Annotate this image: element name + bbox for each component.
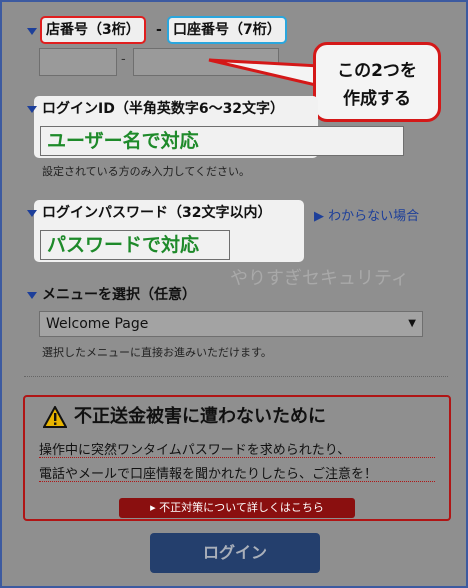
label-separator: - (156, 22, 162, 38)
input-separator: - (121, 52, 126, 67)
password-annotation: パスワードで対応 (47, 234, 200, 256)
warning-icon (43, 406, 67, 428)
fraud-info-link[interactable]: ▸ 不正対策について詳しくはこちら (119, 498, 355, 518)
chevron-right-icon: ▶ (314, 209, 324, 224)
menu-label: メニューを選択（任意） (42, 287, 196, 303)
dropdown-arrow-icon: ▼ (408, 318, 416, 329)
warning-line-2: 電話やメールで口座情報を聞かれたりしたら、ご注意を！ (39, 467, 378, 482)
password-help-link[interactable]: ▶ わからない場合 (314, 205, 419, 224)
fraud-info-link-label: 不正対策について詳しくはこちら (159, 501, 324, 514)
section-marker-icon (27, 210, 37, 217)
section-marker-icon (27, 28, 37, 35)
warning-rule (39, 481, 435, 482)
login-form-screen: 店番号（3桁） - 口座番号（7桁） - この2つを 作成する ログインID（半… (0, 0, 468, 588)
login-id-label: ログインID（半角英数字6～32文字） (42, 101, 285, 117)
warning-title: 不正送金被害に遭わないために (74, 406, 326, 427)
login-id-input[interactable]: ユーザー名で対応 (40, 126, 404, 156)
section-divider (24, 376, 448, 377)
callout-pointer (208, 58, 322, 88)
password-label: ログインパスワード（32文字以内） (42, 205, 272, 221)
warning-line-1: 操作中に突然ワンタイムパスワードを求められたり、 (39, 443, 351, 458)
store-number-label: 店番号（3桁） (40, 16, 146, 44)
watermark-text: やりすぎセキュリティ (230, 268, 409, 289)
login-button[interactable]: ログイン (150, 533, 320, 573)
section-marker-icon (27, 292, 37, 299)
password-help-link-label: わからない場合 (328, 209, 420, 224)
callout-line-2: 作成する (343, 89, 411, 109)
menu-selected-value: Welcome Page (46, 316, 149, 332)
chevron-right-icon: ▸ (150, 501, 156, 514)
warning-rule (39, 457, 435, 458)
menu-select[interactable]: Welcome Page ▼ (39, 311, 423, 337)
login-id-annotation: ユーザー名で対応 (47, 130, 199, 152)
callout-line-1: この2つを (337, 61, 417, 81)
store-number-input[interactable] (39, 48, 117, 76)
menu-hint: 選択したメニューに直接お進みいただけます。 (42, 346, 272, 359)
account-number-label: 口座番号（7桁） (167, 16, 287, 44)
annotation-callout: この2つを 作成する (313, 42, 441, 122)
login-id-hint: 設定されている方のみ入力してください。 (42, 165, 251, 178)
password-input[interactable]: パスワードで対応 (40, 230, 230, 260)
section-marker-icon (27, 106, 37, 113)
